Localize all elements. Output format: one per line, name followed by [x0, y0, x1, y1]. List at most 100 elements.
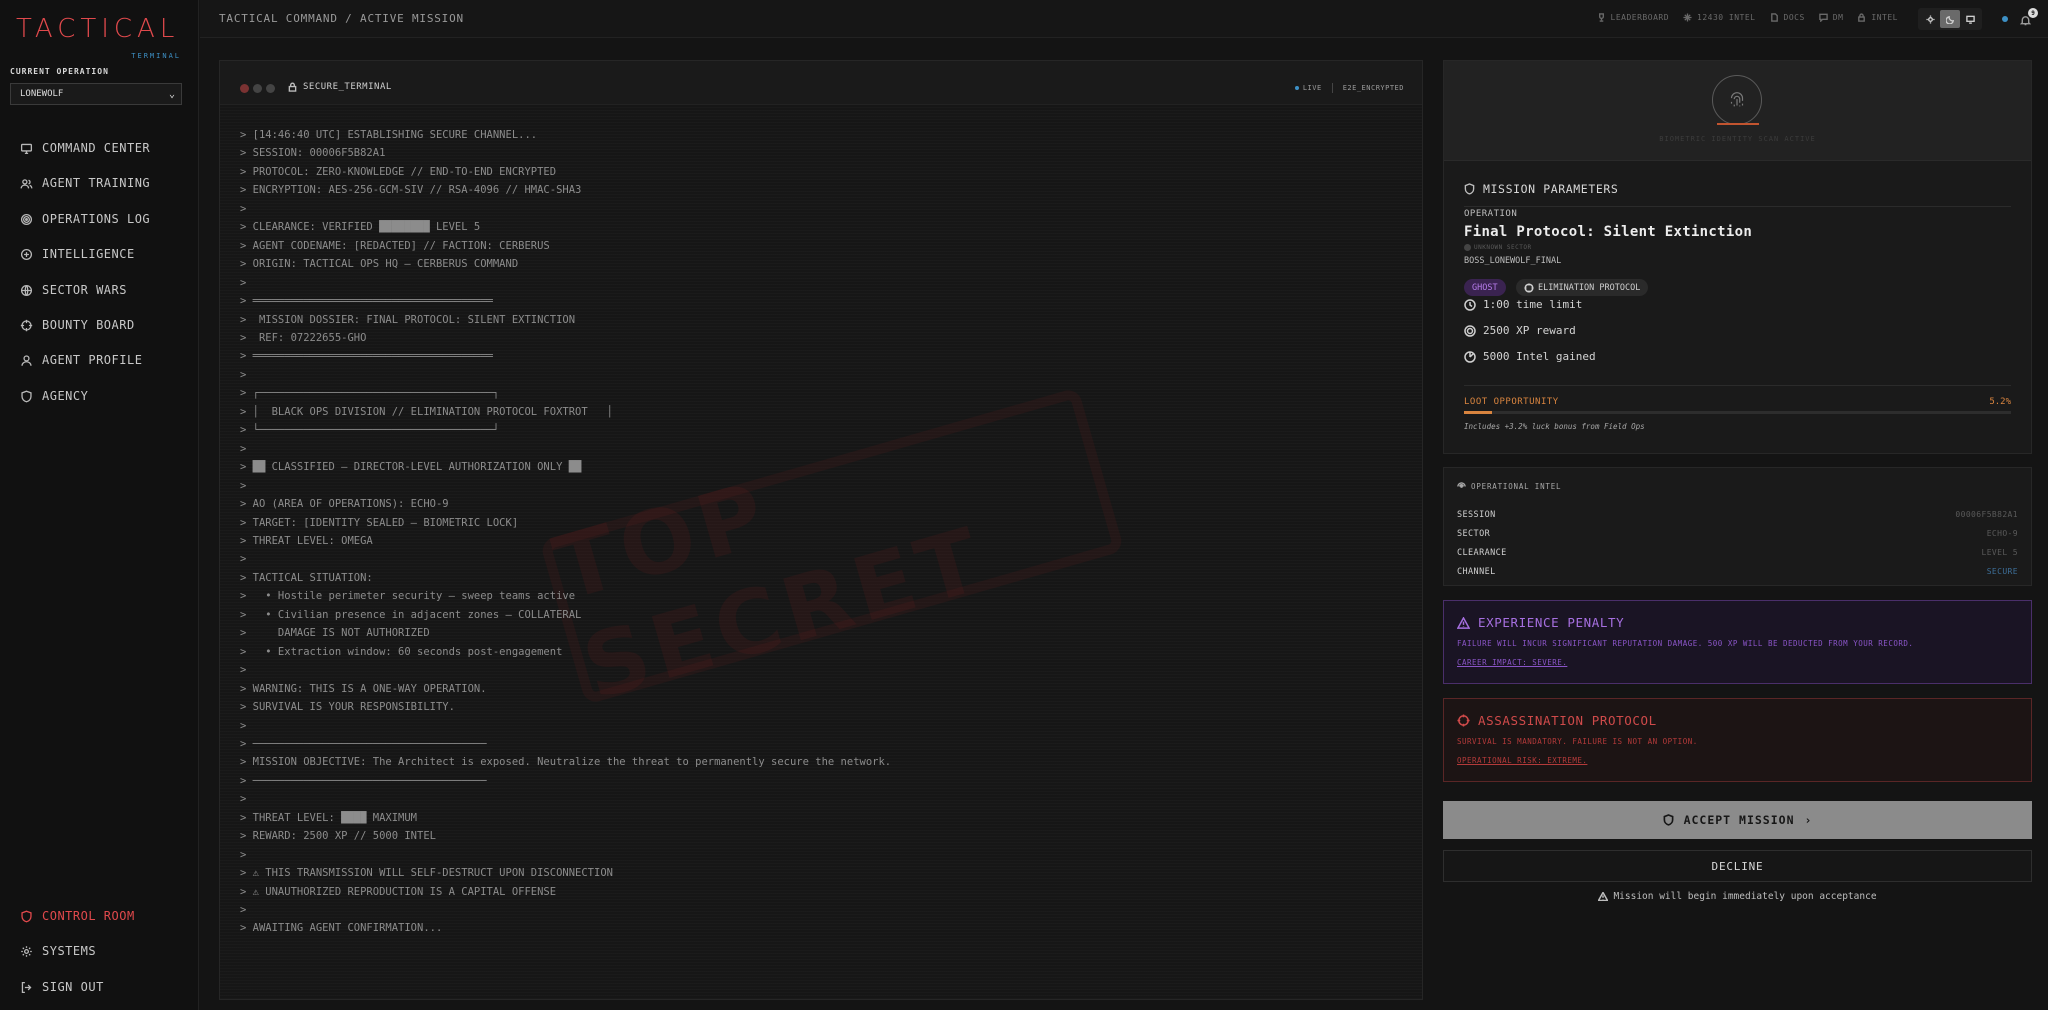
fingerprint-scanner — [1712, 75, 1762, 125]
terminal-line: > — [240, 553, 247, 566]
sidebar-item-label: INTELLIGENCE — [42, 247, 135, 261]
sidebar-item-operations-log[interactable]: OPERATIONS LOG — [20, 209, 150, 229]
operational-intel-title: OPERATIONAL INTEL — [1457, 482, 1561, 491]
brand-logo[interactable]: TACTICAL TERMINAL — [16, 14, 181, 60]
sidebar-item-sign-out[interactable]: SIGN OUT — [20, 977, 104, 997]
section-divider — [1464, 385, 2011, 386]
experience-penalty-label: EXPERIENCE PENALTY — [1478, 615, 1625, 630]
docs-link[interactable]: DOCS — [1770, 13, 1805, 22]
xp-reward-stat: 2500 XP reward — [1464, 324, 1576, 337]
terminal-line: > — [240, 848, 247, 861]
globe-icon — [20, 284, 33, 296]
leaderboard-label: LEADERBOARD — [1610, 13, 1670, 22]
sidebar-item-intelligence[interactable]: INTELLIGENCE — [20, 244, 135, 264]
terminal-line: > ORIGIN: TACTICAL OPS HQ — CERBERUS COM… — [240, 258, 519, 271]
sidebar-item-label: AGENCY — [42, 389, 89, 403]
decline-button[interactable]: DECLINE — [1443, 850, 2032, 882]
brand-subtitle: TERMINAL — [131, 52, 181, 60]
section-divider — [1464, 206, 2011, 207]
terminal-status: LIVE E2E_ENCRYPTED — [1295, 83, 1404, 93]
secure-terminal: SECURE_TERMINAL LIVE E2E_ENCRYPTED TOP S… — [219, 60, 1423, 1000]
sidebar-item-label: AGENT TRAINING — [42, 176, 151, 190]
terminal-line: > AWAITING AGENT CONFIRMATION... — [240, 922, 443, 935]
terminal-line: > ┌─────────────────────────────────────… — [240, 387, 500, 400]
terminal-line: > MISSION OBJECTIVE: The Architect is ex… — [240, 756, 892, 769]
sidebar-item-agent-profile[interactable]: AGENT PROFILE — [20, 350, 142, 370]
top-links: LEADERBOARD 12430 INTEL DOCS DM INTEL — [1597, 13, 1898, 22]
spark-icon — [1683, 13, 1692, 22]
time-limit-label: 1:00 time limit — [1483, 298, 1583, 311]
intel-link[interactable]: INTEL — [1857, 13, 1898, 22]
assassination-protocol-label: ASSASSINATION PROTOCOL — [1478, 713, 1657, 728]
mission-parameters-title: MISSION PARAMETERS — [1464, 182, 1618, 196]
assassination-protocol-text: SURVIVAL IS MANDATORY. FAILURE IS NOT AN… — [1457, 737, 1698, 746]
brand-title: TACTICAL — [16, 14, 180, 44]
assassination-protocol-card: ASSASSINATION PROTOCOL SURVIVAL IS MANDA… — [1443, 698, 2032, 782]
terminal-line: > [14:46:40 UTC] ESTABLISHING SECURE CHA… — [240, 129, 538, 141]
fingerprint-icon — [1730, 92, 1744, 107]
theme-dark-button[interactable] — [1940, 10, 1960, 28]
operational-intel-label: OPERATIONAL INTEL — [1471, 482, 1562, 491]
terminal-line: > REWARD: 2500 XP // 5000 INTEL — [240, 830, 436, 843]
notifications-button[interactable]: 9 — [2019, 8, 2038, 26]
operation-select[interactable]: LONEWOLF ⌄ — [10, 83, 182, 105]
shield-icon — [21, 390, 32, 402]
intel-value: ECHO-9 — [1986, 529, 2018, 538]
sidebar: TACTICAL TERMINAL CURRENT OPERATION LONE… — [0, 0, 199, 1010]
sidebar-item-label: SYSTEMS — [42, 944, 97, 958]
dm-link[interactable]: DM — [1818, 13, 1844, 22]
minimize-dot[interactable] — [253, 84, 262, 93]
terminal-line: > SESSION: 00006F5B82A1 — [240, 147, 386, 160]
sidebar-item-sector-wars[interactable]: SECTOR WARS — [20, 280, 127, 300]
mission-start-note: Mission will begin immediately upon acce… — [1443, 891, 2032, 902]
experience-penalty-card: EXPERIENCE PENALTY FAILURE WILL INCUR SI… — [1443, 600, 2032, 684]
terminal-line: > PROTOCOL: ZERO-KNOWLEDGE // END-TO-END… — [240, 165, 557, 178]
experience-penalty-text: FAILURE WILL INCUR SIGNIFICANT REPUTATIO… — [1457, 639, 1914, 648]
sidebar-item-label: OPERATIONS LOG — [42, 212, 151, 226]
intel-label: INTEL — [1871, 13, 1898, 22]
target-icon — [1464, 324, 1476, 337]
accept-mission-button[interactable]: ACCEPT MISSION › — [1443, 801, 2032, 839]
leaderboard-link[interactable]: LEADERBOARD — [1597, 13, 1669, 22]
intel-row-session: SESSION 00006F5B82A1 — [1457, 510, 2018, 522]
intel-key: SESSION — [1457, 510, 1496, 520]
career-impact-link[interactable]: CAREER IMPACT: SEVERE. — [1457, 658, 1567, 667]
terminal-line: > • Hostile perimeter security — sweep t… — [240, 590, 576, 603]
terminal-line: > • Civilian presence in adjacent zones … — [240, 608, 582, 621]
sector-indicator: UNKNOWN SECTOR — [1464, 244, 1532, 251]
loot-opportunity-value: 5.2% — [1989, 397, 2011, 407]
terminal-output: > [14:46:40 UTC] ESTABLISHING SECURE CHA… — [240, 126, 891, 938]
intel-count-label: 12430 INTEL — [1697, 13, 1756, 22]
sidebar-item-systems[interactable]: SYSTEMS — [20, 941, 96, 961]
sidebar-item-bounty-board[interactable]: BOUNTY BOARD — [20, 315, 135, 335]
sidebar-item-control-room[interactable]: CONTROL ROOM — [20, 906, 135, 926]
terminal-line: > — [240, 904, 247, 917]
users-icon — [20, 178, 33, 188]
close-dot[interactable] — [240, 84, 249, 93]
trophy-icon — [1598, 13, 1604, 22]
theme-light-button[interactable] — [1920, 10, 1940, 28]
sidebar-item-command-center[interactable]: COMMAND CENTER — [20, 138, 150, 158]
intel-key: SECTOR — [1457, 529, 1491, 539]
operational-risk-link[interactable]: OPERATIONAL RISK: EXTREME. — [1457, 756, 1587, 765]
operation-select-value: LONEWOLF — [20, 89, 64, 99]
theme-system-button[interactable] — [1960, 10, 1980, 28]
breadcrumb: TACTICAL COMMAND / ACTIVE MISSION — [219, 12, 464, 25]
radar-icon — [1464, 350, 1476, 363]
crosshair-icon — [1524, 282, 1534, 293]
operational-intel-card: OPERATIONAL INTEL SESSION 00006F5B82A1 S… — [1443, 467, 2032, 586]
maximize-dot[interactable] — [266, 84, 275, 93]
sidebar-item-agent-training[interactable]: AGENT TRAINING — [20, 173, 150, 193]
sidebar-item-agency[interactable]: AGENCY — [20, 386, 88, 406]
lock-icon — [288, 82, 297, 92]
shield-icon — [1464, 183, 1475, 195]
terminal-line: > ⚠ UNAUTHORIZED REPRODUCTION IS A CAPIT… — [240, 885, 557, 898]
intel-icon — [20, 248, 33, 260]
terminal-line: > — [240, 719, 247, 732]
terminal-line: > TACTICAL SITUATION: — [240, 571, 373, 584]
terminal-line: > WARNING: THIS IS A ONE-WAY OPERATION. — [240, 682, 487, 695]
terminal-line: > THREAT LEVEL: OMEGA — [240, 534, 373, 547]
intel-count-link[interactable]: 12430 INTEL — [1683, 13, 1755, 22]
intel-key: CLEARANCE — [1457, 548, 1507, 558]
app-root: TACTICAL TERMINAL CURRENT OPERATION LONE… — [0, 0, 2048, 1010]
